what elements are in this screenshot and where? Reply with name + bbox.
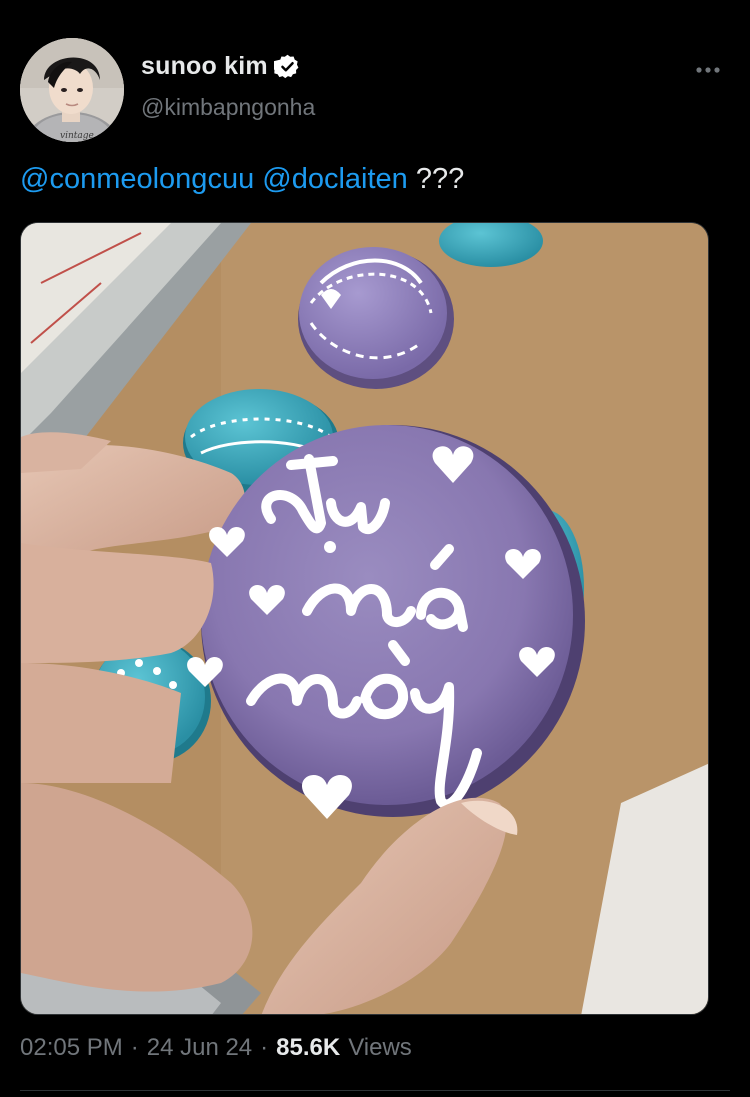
tweet-text: @conmeolongcuu @doclaiten ??? <box>20 160 464 198</box>
tweet-meta: 02:05 PM · 24 Jun 24 · 85.6K Views <box>20 1034 412 1062</box>
mention-link[interactable]: @conmeolongcuu <box>20 163 254 195</box>
meta-separator: · <box>130 1034 139 1061</box>
meta-separator: · <box>260 1034 269 1061</box>
tweet-time[interactable]: 02:05 PM <box>20 1034 123 1062</box>
tweet-photo[interactable] <box>20 222 709 1015</box>
verified-badge-icon <box>271 53 301 80</box>
tweet: vintage sunoo kim @kimbapngonha @conmeol… <box>0 0 750 1097</box>
author-display-name[interactable]: sunoo kim <box>141 52 268 81</box>
views-count[interactable]: 85.6K <box>276 1034 340 1062</box>
views-label: Views <box>348 1034 412 1061</box>
author-handle[interactable]: @kimbapngonha <box>141 94 315 121</box>
tweet-date[interactable]: 24 Jun 24 <box>147 1034 252 1062</box>
mention-link[interactable]: @doclaiten <box>262 163 408 195</box>
more-horizontal-icon[interactable] <box>692 58 724 82</box>
author-name-row[interactable]: sunoo kim <box>141 50 301 82</box>
svg-text:vintage: vintage <box>60 131 94 141</box>
divider <box>20 1090 730 1091</box>
tweet-text-trailing: ??? <box>415 163 465 195</box>
profile-avatar[interactable]: vintage <box>20 38 124 142</box>
